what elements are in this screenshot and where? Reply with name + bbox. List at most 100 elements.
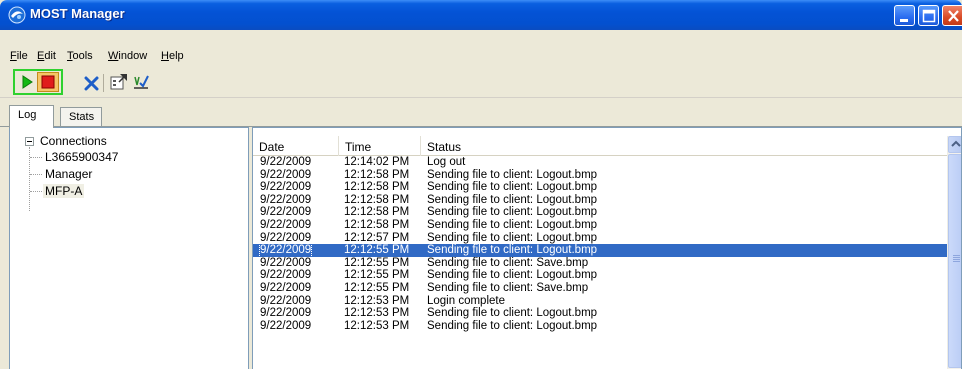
- log-list-header: Date Time Status: [253, 136, 947, 156]
- tree-connector: [30, 157, 42, 158]
- column-header-time[interactable]: Time: [339, 136, 421, 156]
- menu-tools[interactable]: Tools: [67, 50, 93, 62]
- cell-date: 9/22/2009: [260, 281, 312, 294]
- tree-root-connections[interactable]: Connections: [40, 134, 107, 148]
- cell-date: 9/22/2009: [260, 218, 312, 231]
- cell-time: 12:12:58 PM: [344, 181, 410, 194]
- cell-time: 12:12:55 PM: [344, 256, 410, 269]
- toolbar-separator: [103, 74, 104, 92]
- title-bar[interactable]: MOST Manager: [0, 0, 962, 30]
- cell-date: 9/22/2009: [260, 168, 312, 181]
- cell-date: 9/22/2009: [260, 231, 312, 244]
- cell-time: 12:12:55 PM: [344, 244, 410, 257]
- column-header-date[interactable]: Date: [253, 136, 339, 156]
- minimize-icon: [900, 19, 908, 22]
- tab-stats[interactable]: Stats: [60, 107, 102, 127]
- cell-date: 9/22/2009: [260, 256, 312, 269]
- table-row[interactable]: 9/22/2009 12:12:58 PM Sending file to clie…: [253, 194, 947, 207]
- column-header-time-label: Time: [345, 140, 372, 154]
- tab-stats-label: Stats: [69, 111, 95, 123]
- cell-status: Sending file to client: Save.bmp: [427, 281, 589, 294]
- cell-status: Sending file to client: Logout.bmp: [427, 231, 598, 244]
- menu-bar: File Edit Tools Window Help: [0, 30, 962, 64]
- table-row[interactable]: 9/22/2009 12:12:57 PM Sending file to clie…: [253, 232, 947, 245]
- table-row[interactable]: 9/22/2009 12:12:53 PM Login complete: [253, 295, 947, 308]
- cell-date: 9/22/2009: [260, 294, 312, 307]
- table-row[interactable]: 9/22/2009 12:12:55 PM Sending file to clie…: [253, 282, 947, 295]
- collapse-icon[interactable]: [25, 137, 34, 146]
- play-icon[interactable]: [20, 74, 34, 90]
- connections-tree[interactable]: Connections L3665900347 Manager MFP-A: [9, 127, 249, 369]
- cell-status: Sending file to client: Logout.bmp: [427, 319, 598, 332]
- maximize-icon: [922, 9, 936, 23]
- cell-time: 12:12:53 PM: [344, 307, 410, 320]
- cell-time: 12:12:58 PM: [344, 206, 410, 219]
- cell-status: Sending file to client: Logout.bmp: [427, 218, 598, 231]
- menu-file[interactable]: File: [10, 50, 28, 62]
- toolbar: [0, 64, 962, 98]
- cell-time: 12:12:55 PM: [344, 269, 410, 282]
- table-row[interactable]: 9/22/2009 12:12:58 PM Sending file to clie…: [253, 219, 947, 232]
- cell-date: 9/22/2009: [260, 181, 312, 194]
- tree-item-manager[interactable]: Manager: [45, 167, 92, 181]
- cell-date: 9/22/2009: [260, 269, 312, 282]
- maximize-button[interactable]: [918, 5, 939, 26]
- menu-window[interactable]: Window: [108, 50, 147, 62]
- scroll-up-button[interactable]: [948, 136, 961, 153]
- tree-connector: [30, 174, 42, 175]
- cell-date: 9/22/2009: [260, 156, 312, 168]
- table-row[interactable]: 9/22/2009 12:12:53 PM Sending file to clie…: [253, 320, 947, 333]
- table-row[interactable]: 9/22/2009 12:12:53 PM Sending file to clie…: [253, 307, 947, 320]
- tree-item-l3665900347[interactable]: L3665900347: [45, 150, 118, 164]
- app-logo-icon: [8, 6, 26, 24]
- cell-status: Sending file to client: Logout.bmp: [427, 307, 598, 320]
- cell-time: 12:12:53 PM: [344, 319, 410, 332]
- cell-status: Login complete: [427, 294, 505, 307]
- delete-icon[interactable]: [84, 75, 100, 91]
- cell-time: 12:12:53 PM: [344, 294, 410, 307]
- menu-edit[interactable]: Edit: [37, 50, 56, 62]
- log-list[interactable]: Date Time Status 9/22/2009 12:14:02 PM Log…: [252, 127, 962, 369]
- menu-help[interactable]: Help: [161, 50, 184, 62]
- tree-connector: [30, 191, 42, 192]
- scroll-grip: [953, 255, 960, 256]
- vertical-scrollbar[interactable]: [947, 136, 961, 369]
- cell-date: 9/22/2009: [260, 319, 312, 332]
- column-header-date-label: Date: [259, 140, 285, 154]
- cell-status: Sending file to client: Save.bmp: [427, 256, 589, 269]
- checklist-icon[interactable]: [132, 73, 150, 91]
- cell-status: Sending file to client: Logout.bmp: [427, 193, 598, 206]
- scroll-grip: [953, 257, 960, 258]
- cell-status: Log out: [427, 156, 466, 168]
- cell-time: 12:14:02 PM: [344, 156, 410, 168]
- chevron-up-icon: [951, 140, 961, 147]
- minimize-button[interactable]: [894, 5, 915, 26]
- cell-date: 9/22/2009: [260, 206, 312, 219]
- cell-status: Sending file to client: Logout.bmp: [427, 181, 598, 194]
- tree-item-mfp-a[interactable]: MFP-A: [43, 184, 85, 198]
- table-row[interactable]: 9/22/2009 12:14:02 PM Log out: [253, 156, 947, 169]
- close-button[interactable]: [942, 5, 962, 26]
- cell-time: 12:12:57 PM: [344, 231, 410, 244]
- stop-icon[interactable]: [37, 72, 59, 92]
- table-row[interactable]: 9/22/2009 12:12:58 PM Sending file to clie…: [253, 206, 947, 219]
- table-row[interactable]: 9/22/2009 12:12:55 PM Sending file to clie…: [253, 257, 947, 270]
- cell-date: 9/22/2009: [260, 307, 312, 320]
- cell-time: 12:12:58 PM: [344, 193, 410, 206]
- tab-strip: Log Stats: [0, 105, 962, 128]
- close-icon: [948, 10, 959, 22]
- table-row[interactable]: 9/22/2009 12:12:58 PM Sending file to clie…: [253, 181, 947, 194]
- tab-log[interactable]: Log: [9, 105, 54, 128]
- cell-date: 9/22/2009: [260, 193, 312, 206]
- scroll-thumb[interactable]: [948, 154, 961, 368]
- tab-log-label: Log: [18, 109, 37, 121]
- scroll-grip: [953, 259, 960, 260]
- table-row[interactable]: 9/22/2009 12:12:55 PM Sending file to clie…: [253, 243, 947, 258]
- column-header-status[interactable]: Status: [421, 136, 947, 156]
- column-header-status-label: Status: [427, 140, 462, 154]
- cell-status: Sending file to client: Logout.bmp: [427, 206, 598, 219]
- table-row[interactable]: 9/22/2009 12:12:58 PM Sending file to clie…: [253, 169, 947, 182]
- table-row[interactable]: 9/22/2009 12:12:55 PM Sending file to clie…: [253, 269, 947, 282]
- window-title: MOST Manager: [30, 6, 125, 21]
- properties-icon[interactable]: [110, 73, 128, 91]
